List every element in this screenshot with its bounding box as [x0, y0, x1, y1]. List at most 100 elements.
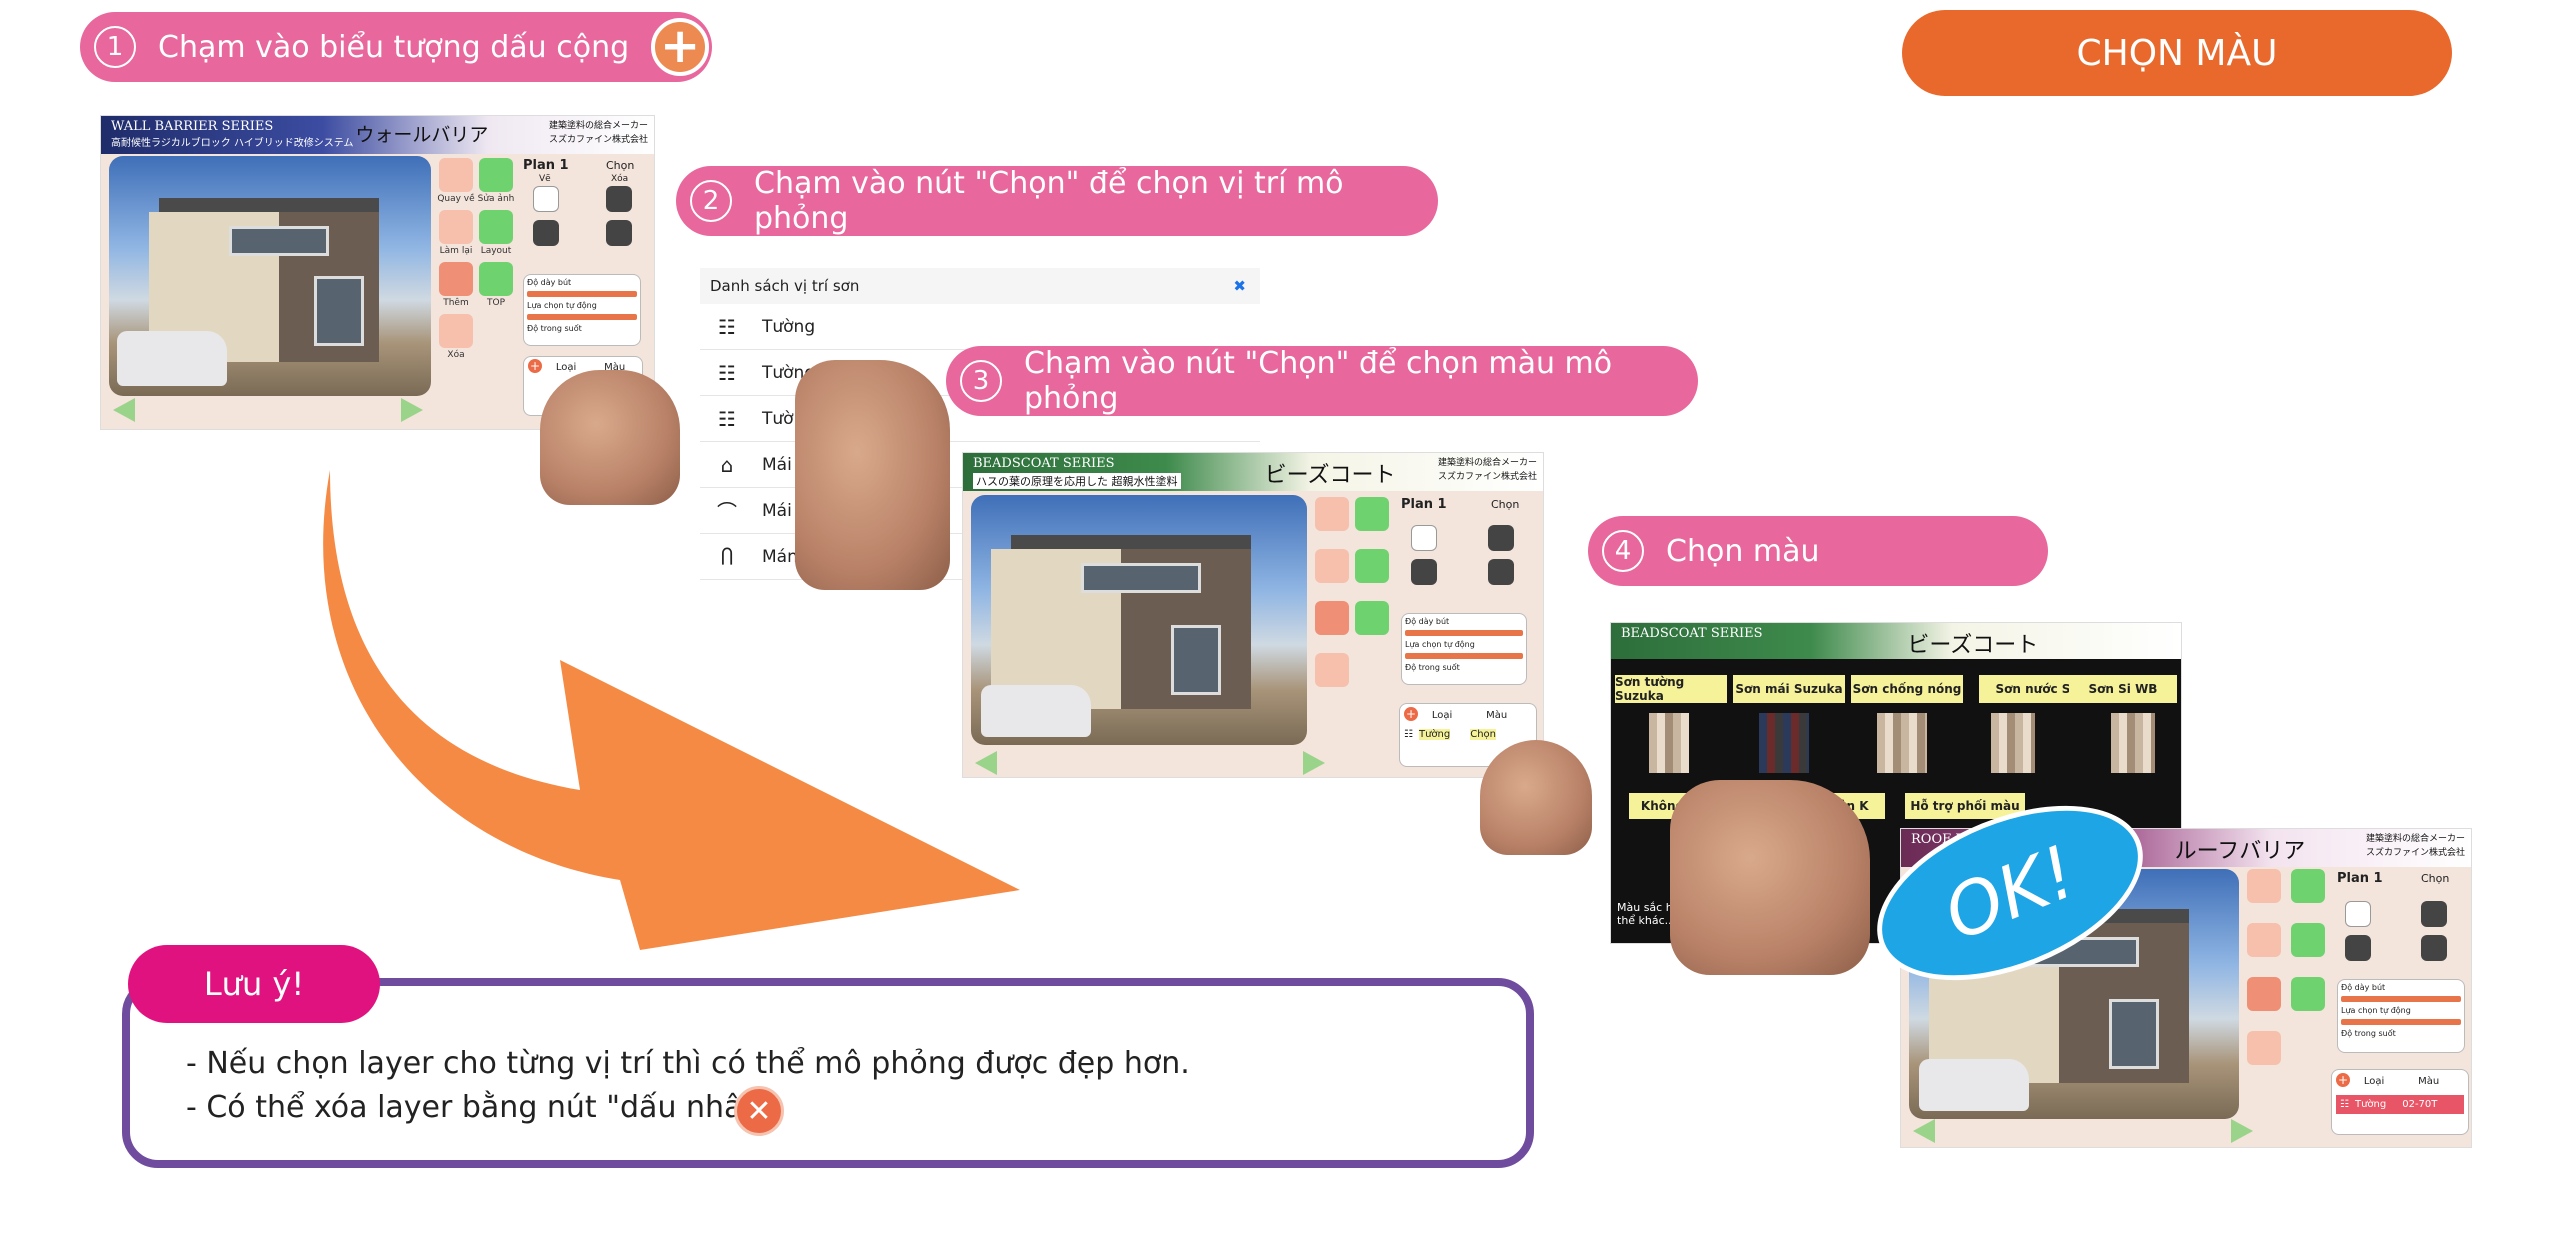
prev-arrow-icon[interactable]	[1913, 1119, 1935, 1143]
app-screen-beadscoat: BEADSCOAT SERIES ハスの葉の原理を応用した 超親水性塗料 ビーズ…	[962, 452, 1544, 778]
delete-icon[interactable]	[606, 186, 632, 212]
color-swatch-image[interactable]	[1649, 713, 1689, 773]
color-swatch-image[interactable]	[1991, 713, 2035, 773]
select-plan-button[interactable]: Chọn	[1491, 498, 1519, 511]
layer-color-code: 02-70T	[2402, 1099, 2438, 1110]
note-line: - Nếu chọn layer cho từng vị trí thì có …	[186, 1046, 1190, 1081]
app-header: BEADSCOAT SERIES ハスの葉の原理を応用した 超親水性塗料 ビーズ…	[963, 453, 1543, 491]
choose-color-header-button[interactable]: CHỌN MÀU	[1902, 10, 2452, 96]
company-name: 建築塗料の総合メーカー スズカファイン株式会社	[2365, 834, 2465, 858]
step-text: Chọn màu	[1666, 533, 1820, 569]
brick-wall-icon: ☷	[718, 406, 736, 431]
col-type-label: Loại	[555, 362, 577, 373]
brush-size-label: Độ dày bút	[527, 278, 572, 287]
color-swatch-image[interactable]	[1877, 713, 1927, 773]
brush-size-label: Độ dày bút	[1405, 617, 1450, 626]
next-arrow-icon[interactable]	[1303, 751, 1325, 775]
auto-select-label: Lựa chọn tự động	[527, 301, 597, 310]
add-layer-plus-icon[interactable]: +	[528, 359, 542, 373]
auto-select-label: Lựa chọn tự động	[1405, 640, 1475, 649]
product-title: ウォールバリア	[355, 124, 489, 146]
location-item[interactable]: ☷ Tường	[700, 304, 1260, 350]
step-number: 4	[1602, 530, 1644, 572]
brush-settings-panel: Độ dày bút Lựa chọn tự động Độ trong suố…	[2337, 979, 2465, 1053]
color-swatch-image[interactable]	[2111, 713, 2155, 773]
color-category-button[interactable]: Sơn Si WB	[2069, 675, 2177, 703]
color-category-button[interactable]: Sơn tường Suzuka	[1615, 675, 1727, 703]
product-title: ビーズコート	[1264, 463, 1396, 488]
pointing-hand-image	[1670, 780, 1870, 975]
brick-wall-icon: ☷	[2340, 1099, 2349, 1110]
select-plan-button[interactable]: Chọn	[606, 159, 634, 172]
auto-select-label: Lựa chọn tự động	[2341, 1006, 2411, 1015]
prev-arrow-icon[interactable]	[113, 398, 135, 422]
step-3-banner: 3 Chạm vào nút "Chọn" để chọn màu mô phỏ…	[946, 346, 1698, 416]
add-layer-plus-icon[interactable]: +	[2336, 1073, 2350, 1087]
step-1-banner: 1 Chạm vào biểu tượng dấu cộng +	[80, 12, 712, 82]
prev-arrow-icon[interactable]	[975, 751, 997, 775]
step-4-banner: 4 Chọn màu	[1588, 516, 2048, 586]
select-plan-button[interactable]: Chọn	[2421, 872, 2449, 885]
delete-label: Xóa	[611, 174, 629, 184]
draw-label: Vẽ	[539, 174, 551, 184]
product-title: ルーフバリア	[2174, 839, 2306, 864]
layer-row[interactable]: ☷ Tường Chọn	[1404, 729, 1532, 740]
brick-wall-icon: ☷	[718, 314, 736, 339]
note-line: - Có thể xóa layer bằng nút "dấu nhân"	[186, 1090, 776, 1125]
col-type-label: Loại	[1431, 710, 1453, 721]
pointing-hand-image	[1480, 740, 1592, 855]
app-header: WALL BARRIER SERIES 高耐候性ラジカルブロック ハイブリッド改…	[101, 116, 654, 154]
brush-settings-panel: Độ dày bút Lựa chọn tự động Độ trong suố…	[1401, 613, 1527, 685]
location-list-header: Danh sách vị trí sơn ✖	[700, 268, 1260, 304]
series-subtitle: ハスの葉の原理を応用した 超親水性塗料	[973, 473, 1181, 489]
layer-row[interactable]: ☷ Tường 02-70T	[2336, 1095, 2464, 1114]
edit-photo-button[interactable]: Sửa ảnh	[471, 194, 521, 204]
layer-location: Tường	[1418, 729, 1451, 740]
transparency-label: Độ trong suốt	[2341, 1029, 2396, 1038]
plan-label: Plan 1	[1401, 497, 1447, 512]
product-title: ビーズコート	[1907, 633, 2039, 658]
step-text: Chạm vào nút "Chọn" để chọn vị trí mô ph…	[754, 166, 1344, 236]
layer-location: Tường	[2354, 1099, 2387, 1110]
transparency-label: Độ trong suốt	[1405, 663, 1460, 672]
guide-canvas: { "steps": [ {"number": "1", "text": "Ch…	[0, 0, 2551, 1242]
erase-button[interactable]: Xóa	[431, 350, 481, 360]
brick-wall-icon: ☷	[718, 360, 736, 385]
plan-label: Plan 1	[2337, 871, 2383, 886]
step-2-banner: 2 Chạm vào nút "Chọn" để chọn vị trí mô …	[676, 166, 1438, 236]
brush-size-label: Độ dày bút	[2341, 983, 2386, 992]
flow-arrow	[323, 470, 1020, 950]
color-swatch-image[interactable]	[1759, 713, 1809, 773]
top-button[interactable]: TOP	[471, 298, 521, 308]
color-category-button[interactable]: Sơn mái Suzuka	[1733, 675, 1845, 703]
plus-icon[interactable]: +	[651, 18, 710, 76]
layer-panel: + Loại Màu ☷ Tường 02-70T	[2331, 1069, 2469, 1135]
next-arrow-icon[interactable]	[401, 398, 423, 422]
location-item-label: Tường	[762, 316, 816, 337]
choose-color-button[interactable]: Chọn	[1470, 729, 1496, 740]
transparency-label: Độ trong suốt	[527, 324, 582, 333]
col-color-label: Màu	[1486, 710, 1508, 721]
house-photo	[971, 495, 1307, 745]
house-photo	[109, 156, 431, 396]
auto-select-slider[interactable]	[527, 314, 637, 320]
add-layer-plus-icon[interactable]: +	[1404, 707, 1418, 721]
close-icon[interactable]: ✖	[1233, 277, 1246, 295]
company-name: 建築塗料の総合メーカー スズカファイン株式会社	[548, 121, 648, 145]
step-number: 2	[690, 180, 732, 222]
pen-icon[interactable]	[533, 186, 559, 212]
app-header: BEADSCOAT SERIES ビーズコート	[1611, 623, 2181, 659]
plan-label: Plan 1	[523, 158, 569, 173]
series-name: BEADSCOAT SERIES	[1621, 626, 1763, 641]
layout-button[interactable]: Layout	[471, 246, 521, 256]
note-title-badge: Lưu ý!	[128, 945, 380, 1023]
col-color-label: Màu	[2418, 1076, 2440, 1087]
col-type-label: Loại	[2363, 1076, 2385, 1087]
step-text: Chạm vào biểu tượng dấu cộng	[158, 29, 630, 65]
color-category-button[interactable]: Sơn chống nóng	[1851, 675, 1963, 703]
brush-size-slider[interactable]	[527, 291, 637, 297]
brush-settings-panel: Độ dày bút Lựa chọn tự động Độ trong suố…	[523, 274, 641, 346]
close-x-icon: ✕	[734, 1086, 784, 1136]
brick-wall-icon: ☷	[1404, 729, 1413, 740]
next-arrow-icon[interactable]	[2231, 1119, 2253, 1143]
